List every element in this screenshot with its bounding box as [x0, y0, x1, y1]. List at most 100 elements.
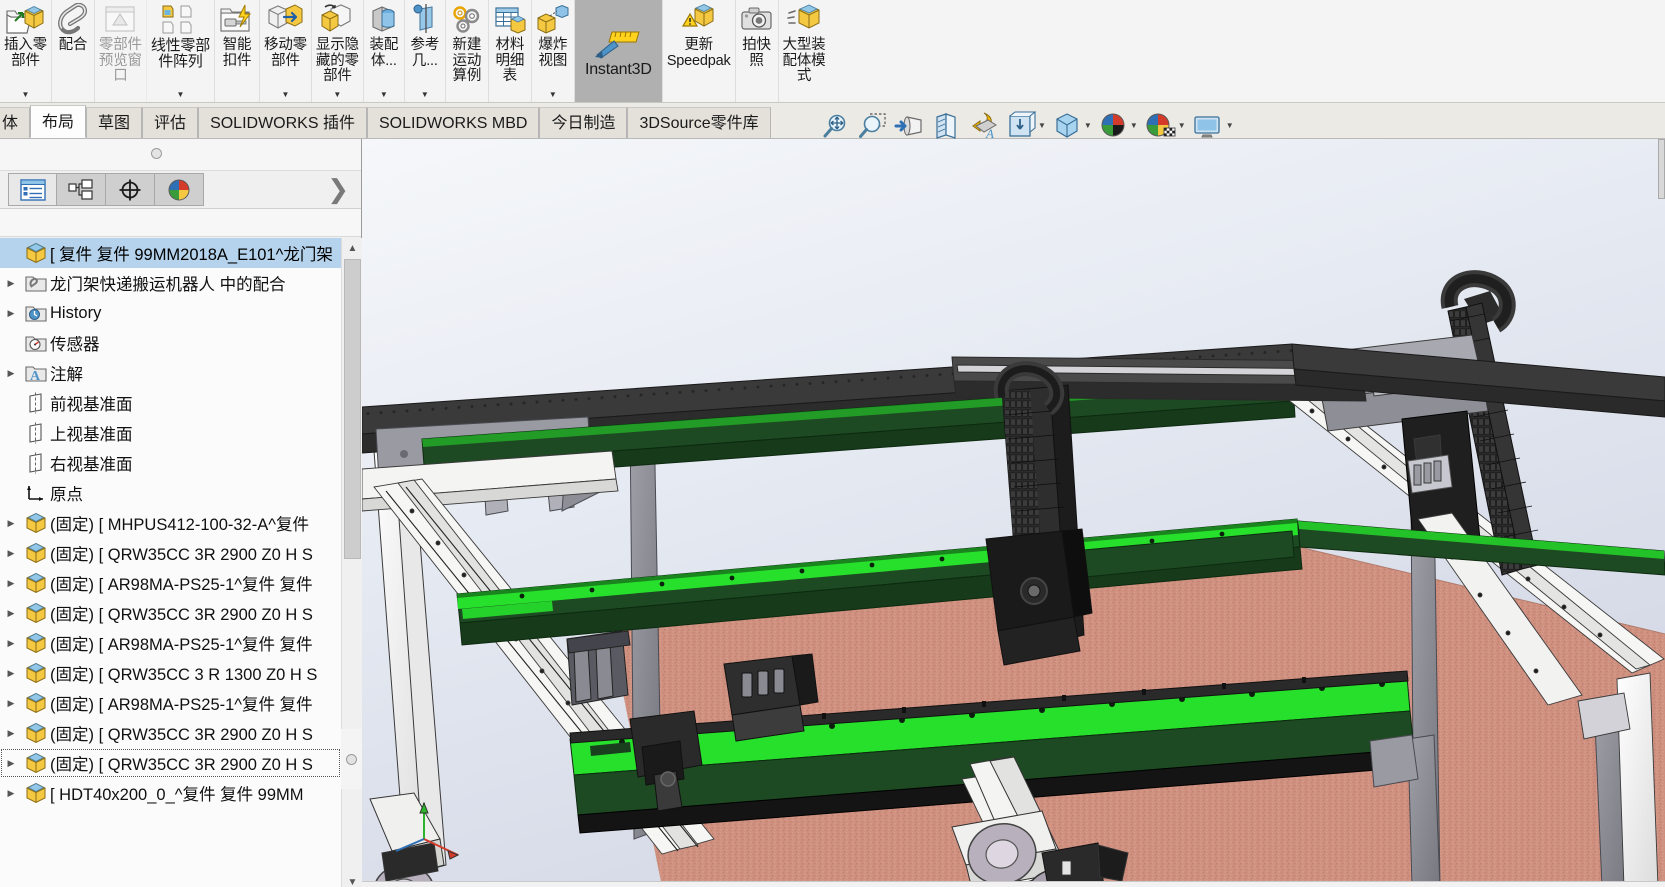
tab-solidworks-mbd[interactable]: SOLIDWORKS MBD [366, 107, 540, 138]
tab-evaluate[interactable]: 评估 [142, 107, 199, 138]
tab-solidworks-addins[interactable]: SOLIDWORKS 插件 [198, 107, 367, 138]
chevron-down-icon[interactable]: ▼ [282, 90, 290, 102]
tree-item-annotations[interactable]: ▶ A 注解 [0, 358, 341, 388]
tree-item-right-plane[interactable]: 右视基准面 [0, 448, 341, 478]
graphics-viewport[interactable] [362, 139, 1665, 887]
tree-expand-arrow[interactable]: ▶ [0, 728, 22, 739]
tree-item-top-plane[interactable]: 上视基准面 [0, 418, 341, 448]
tab-assembly[interactable]: 体 [0, 107, 31, 138]
chevron-down-icon[interactable]: ▼ [1130, 121, 1138, 130]
ribbon-button-label: 更新 Speedpak [666, 37, 731, 69]
tree-item-component[interactable]: ▶ (固定) [ QRW35CC 3 R 1300 Z0 H S [0, 658, 341, 688]
tree-expand-arrow[interactable]: ▶ [0, 518, 22, 529]
ribbon-button-reference-geometry[interactable]: 参考 几... ▼ [405, 0, 446, 102]
tree-item-component[interactable]: ▶ (固定) [ QRW35CC 3R 2900 Z0 H S [0, 598, 341, 628]
tab-layout[interactable]: 布局 [30, 105, 87, 138]
ribbon-button-instant3d[interactable]: Instant3D [574, 0, 663, 102]
tab-3dsource-library[interactable]: 3DSource零件库 [627, 107, 771, 138]
display-manager-tab[interactable] [155, 173, 204, 206]
ribbon-button-large-assembly-mode[interactable]: 大型装 配体模 式 [779, 0, 830, 102]
tree-item-label: (固定) [ QRW35CC 3R 2900 Z0 H S [50, 726, 313, 744]
scroll-up-arrow-icon[interactable]: ▲ [342, 238, 363, 259]
scrollbar-thumb[interactable] [344, 259, 361, 559]
tree-item-history[interactable]: ▶ History [0, 298, 341, 328]
ribbon-button-label: 装配 体... [369, 37, 399, 69]
chevron-down-icon[interactable]: ▼ [549, 90, 557, 102]
ribbon-button-mate[interactable]: 配合 [52, 0, 95, 102]
ribbon-button-insert-component[interactable]: 插入零 部件 ▼ [0, 0, 52, 102]
mate-icon [56, 2, 90, 38]
display-style-icon[interactable]: ▼ [1004, 109, 1048, 143]
tree-item-component[interactable]: ▶ (固定) [ QRW35CC 3R 2900 Z0 H S [0, 538, 341, 568]
tree-expand-arrow[interactable]: ▶ [0, 368, 22, 379]
ribbon-button-move-component[interactable]: 移动零 部件 ▼ [260, 0, 312, 102]
tree-expand-arrow[interactable]: ▶ [0, 668, 22, 679]
chevron-down-icon[interactable]: ▼ [176, 90, 184, 102]
chevron-down-icon[interactable]: ▼ [1178, 121, 1186, 130]
zoom-to-fit-icon[interactable] [820, 109, 854, 143]
tree-expand-arrow[interactable]: ▶ [0, 548, 22, 559]
tree-expand-arrow[interactable]: ▶ [0, 578, 22, 589]
tab-sketch[interactable]: 草图 [86, 107, 143, 138]
ribbon-button-label: 拍快 照 [742, 37, 771, 69]
tree-item-mates-folder[interactable]: ▶ 龙门架快递搬运机器人 中的配合 [0, 268, 341, 298]
property-manager-tab[interactable] [57, 173, 106, 206]
tree-item-component[interactable]: ▶ [ HDT40x200_0_^复件 复件 99MM [0, 778, 341, 808]
tab-manufacturing[interactable]: 今日制造 [539, 107, 628, 138]
section-view-icon[interactable] [930, 109, 964, 143]
ribbon-button-label: 配合 [58, 37, 88, 53]
ribbon-button-smart-fasteners[interactable]: 智能 扣件 [215, 0, 261, 102]
apply-scene-icon[interactable]: ▼ [1142, 109, 1188, 143]
tree-item-assembly-root[interactable]: [ 复件 复件 99MM2018A_E101^龙门架 [0, 238, 341, 268]
tree-item-component[interactable]: ▶ (固定) [ QRW35CC 3R 2900 Z0 H S [0, 748, 341, 778]
tree-expand-arrow[interactable]: ▶ [0, 278, 22, 289]
panel-pin-handle[interactable] [151, 148, 162, 159]
tree-expand-arrow[interactable]: ▶ [0, 308, 22, 319]
move-component-icon [266, 2, 304, 38]
tree-item-front-plane[interactable]: 前视基准面 [0, 388, 341, 418]
configuration-manager-tab[interactable] [106, 173, 155, 206]
ribbon-button-assembly-features[interactable]: 装配 体... ▼ [364, 0, 405, 102]
tree-item-origin[interactable]: 原点 [0, 478, 341, 508]
tree-item-component[interactable]: ▶ (固定) [ AR98MA-PS25-1^复件 复件 [0, 568, 341, 598]
tree-expand-arrow[interactable]: ▶ [0, 638, 22, 649]
view-orientation-icon[interactable]: A [966, 109, 1002, 143]
ribbon-button-exploded-view[interactable]: 爆炸 视图 ▼ [532, 0, 575, 102]
hide-show-items-icon[interactable]: ▼ [1050, 109, 1094, 143]
chevron-down-icon[interactable]: ▼ [421, 90, 429, 102]
chevron-down-icon[interactable]: ▼ [1038, 121, 1046, 130]
zoom-to-area-icon[interactable] [856, 109, 890, 143]
previous-view-icon[interactable] [892, 109, 928, 143]
scroll-down-arrow-icon[interactable]: ▼ [342, 872, 363, 887]
ribbon-button-show-hidden-components[interactable]: 显示隐 藏的零 部件 ▼ [312, 0, 364, 102]
tree-item-component[interactable]: ▶ (固定) [ QRW35CC 3R 2900 Z0 H S [0, 718, 341, 748]
ribbon-button-new-motion-study[interactable]: 新建 运动 算例 [446, 0, 489, 102]
panel-expand-chevron-icon[interactable]: ❯ [327, 175, 349, 205]
tree-item-component[interactable]: ▶ (固定) [ AR98MA-PS25-1^复件 复件 [0, 628, 341, 658]
ribbon-button-component-preview[interactable]: 零部件 预览窗 口 [95, 0, 147, 102]
tree-item-component[interactable]: ▶ (固定) [ AR98MA-PS25-1^复件 复件 [0, 688, 341, 718]
tree-expand-arrow[interactable]: ▶ [0, 608, 22, 619]
feature-manager-tab[interactable] [8, 173, 57, 206]
chevron-down-icon[interactable]: ▼ [21, 90, 29, 102]
panel-splitter-handle[interactable] [341, 729, 362, 789]
ribbon-button-take-snapshot[interactable]: 拍快 照 [736, 0, 779, 102]
chevron-down-icon[interactable]: ▼ [380, 90, 388, 102]
view-settings-icon[interactable]: ▼ [1190, 109, 1236, 143]
component-icon [22, 782, 50, 804]
viewport-scrollbar[interactable] [1658, 139, 1665, 199]
tree-expand-arrow[interactable]: ▶ [0, 758, 22, 769]
tree-item-component[interactable]: ▶ (固定) [ MHPUS412-100-32-A^复件 [0, 508, 341, 538]
chevron-down-icon[interactable]: ▼ [1226, 121, 1234, 130]
ribbon-button-update-speedpak[interactable]: 更新 Speedpak [663, 0, 736, 102]
ribbon-button-linear-component-pattern[interactable]: 线性零部 件阵列 ▼ [147, 0, 216, 102]
tree-expand-arrow[interactable]: ▶ [0, 788, 22, 799]
tree-expand-arrow[interactable]: ▶ [0, 698, 22, 709]
chevron-down-icon[interactable]: ▼ [1084, 121, 1092, 130]
panel-filter-area [0, 209, 361, 237]
tree-item-sensors[interactable]: 传感器 [0, 328, 341, 358]
chevron-down-icon[interactable]: ▼ [333, 90, 341, 102]
ribbon-button-bill-of-materials[interactable]: 材料 明细 表 [489, 0, 532, 102]
tree-vertical-scrollbar[interactable]: ▲ ▼ [341, 238, 363, 887]
edit-appearance-icon[interactable]: ▼ [1096, 109, 1140, 143]
